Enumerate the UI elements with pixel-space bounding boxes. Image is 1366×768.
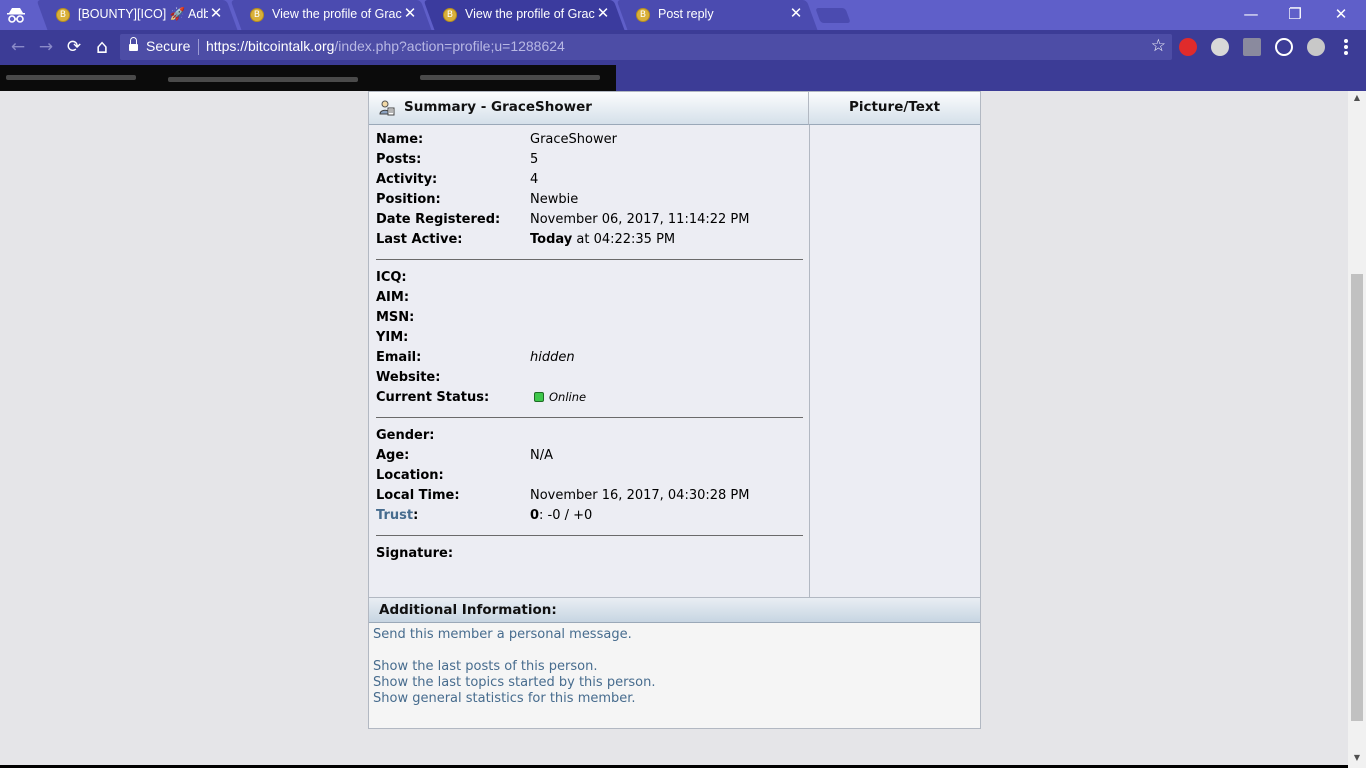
- page-scrollbar[interactable]: ▲ ▼: [1348, 91, 1366, 768]
- last-posts-link[interactable]: Show the last posts of this person.: [373, 659, 597, 674]
- age-label: Age:: [376, 448, 410, 463]
- website-label: Website:: [376, 370, 441, 385]
- status-label: Current Status:: [376, 390, 490, 405]
- minimize-button[interactable]: —: [1228, 0, 1274, 30]
- local-time-label: Local Time:: [376, 488, 460, 503]
- scrollbar-thumb[interactable]: [1351, 274, 1363, 721]
- position-label: Position:: [376, 192, 441, 207]
- tab-post-reply[interactable]: B Post reply ✕: [616, 0, 818, 30]
- summary-title: Summary - GraceShower: [404, 99, 592, 115]
- last-active-label: Last Active:: [376, 232, 463, 247]
- tab-title: View the profile of GraceShower: [272, 7, 402, 21]
- tab-bounty[interactable]: B [BOUNTY][ICO] 🚀 Adbank ✕: [36, 0, 238, 30]
- adblock-extension-icon[interactable]: [1179, 38, 1197, 56]
- email-value: hidden: [530, 350, 575, 365]
- picture-text-header: Picture/Text: [809, 92, 980, 125]
- name-label: Name:: [376, 132, 424, 147]
- general-stats-link[interactable]: Show general statistics for this member.: [373, 691, 636, 706]
- puzzle-extension-icon[interactable]: [1307, 38, 1325, 56]
- bitcoin-favicon-icon: B: [250, 8, 264, 22]
- close-tab-icon[interactable]: ✕: [595, 5, 611, 23]
- page-content: Summary - GraceShower Picture/Text Name:…: [0, 91, 1348, 768]
- address-bar[interactable]: Secure https://bitcointalk.org/index.php…: [120, 34, 1172, 60]
- scroll-down-arrow-icon[interactable]: ▼: [1348, 751, 1366, 765]
- status-value: Online: [534, 390, 586, 405]
- bitcoin-favicon-icon: B: [636, 8, 650, 22]
- last-active-value: Today at 04:22:35 PM: [530, 232, 676, 247]
- divider: [376, 259, 803, 260]
- reload-button[interactable]: ⟳: [64, 37, 84, 57]
- trust-link[interactable]: Trust: [376, 508, 413, 523]
- bookmark-star-icon[interactable]: ☆: [1151, 36, 1166, 56]
- bitcoin-favicon-icon: B: [56, 8, 70, 22]
- aim-label: AIM:: [376, 290, 410, 305]
- additional-info-header: Additional Information:: [369, 598, 980, 623]
- forward-button[interactable]: →: [36, 37, 56, 57]
- tab-title: [BOUNTY][ICO] 🚀 Adbank: [78, 7, 208, 21]
- close-tab-icon[interactable]: ✕: [208, 5, 224, 23]
- last-topics-link[interactable]: Show the last topics started by this per…: [373, 675, 656, 690]
- name-value: GraceShower: [530, 132, 617, 147]
- position-value: Newbie: [530, 192, 579, 207]
- online-status-icon: [534, 392, 544, 402]
- email-label: Email:: [376, 350, 422, 365]
- incognito-icon: [7, 8, 25, 23]
- tab-title: Post reply: [658, 7, 714, 21]
- signature-label: Signature:: [376, 546, 454, 561]
- registered-label: Date Registered:: [376, 212, 501, 227]
- lock-icon: [129, 37, 138, 52]
- speed-extension-icon[interactable]: [1275, 38, 1293, 56]
- yim-label: YIM:: [376, 330, 409, 345]
- person-icon: [379, 100, 395, 116]
- gender-label: Gender:: [376, 428, 435, 443]
- location-label: Location:: [376, 468, 444, 483]
- local-time-value: November 16, 2017, 04:30:28 PM: [530, 488, 750, 503]
- divider: [376, 417, 803, 418]
- restore-button[interactable]: ❐: [1272, 0, 1318, 30]
- close-window-button[interactable]: ✕: [1318, 0, 1364, 30]
- pdf-extension-icon[interactable]: [1243, 38, 1261, 56]
- new-tab-button[interactable]: [815, 8, 851, 23]
- close-tab-icon[interactable]: ✕: [402, 5, 418, 23]
- security-label: Secure: [146, 38, 191, 54]
- close-tab-icon[interactable]: ✕: [788, 5, 804, 23]
- additional-information: Additional Information: Send this member…: [368, 598, 981, 729]
- url-text[interactable]: https://bitcointalk.org/index.php?action…: [206, 38, 565, 54]
- bitcoin-favicon-icon: B: [443, 8, 457, 22]
- send-pm-link[interactable]: Send this member a personal message.: [373, 627, 632, 642]
- trust-value: 0: -0 / +0: [530, 508, 593, 523]
- info-extension-icon[interactable]: [1211, 38, 1229, 56]
- tab-strip: B [BOUNTY][ICO] 🚀 Adbank ✕ B View the pr…: [0, 0, 1366, 30]
- posts-label: Posts:: [376, 152, 422, 167]
- summary-header: Summary - GraceShower: [369, 92, 809, 125]
- tab-title: View the profile of GraceShower: [465, 7, 595, 21]
- browser-toolbar: ← → ⟳ ⌂ Secure https://bitcointalk.org/i…: [0, 30, 1366, 64]
- registered-value: November 06, 2017, 11:14:22 PM: [530, 212, 750, 227]
- msn-label: MSN:: [376, 310, 415, 325]
- back-button[interactable]: ←: [8, 37, 28, 57]
- activity-label: Activity:: [376, 172, 438, 187]
- divider: [376, 535, 803, 536]
- tab-profile-2[interactable]: B View the profile of GraceShower ✕: [423, 0, 625, 30]
- trust-label: Trust:: [376, 508, 419, 523]
- home-button[interactable]: ⌂: [92, 37, 112, 57]
- scroll-up-arrow-icon[interactable]: ▲: [1348, 91, 1366, 105]
- redacted-bookmarks: [0, 65, 616, 91]
- profile-summary-table: Summary - GraceShower Picture/Text Name:…: [368, 91, 981, 598]
- tab-profile-1[interactable]: B View the profile of GraceShower ✕: [230, 0, 432, 30]
- icq-label: ICQ:: [376, 270, 407, 285]
- bookmark-bar: [0, 64, 1366, 91]
- posts-value: 5: [530, 152, 539, 167]
- activity-value: 4: [530, 172, 539, 187]
- menu-icon[interactable]: [1344, 39, 1348, 55]
- age-value: N/A: [530, 448, 553, 463]
